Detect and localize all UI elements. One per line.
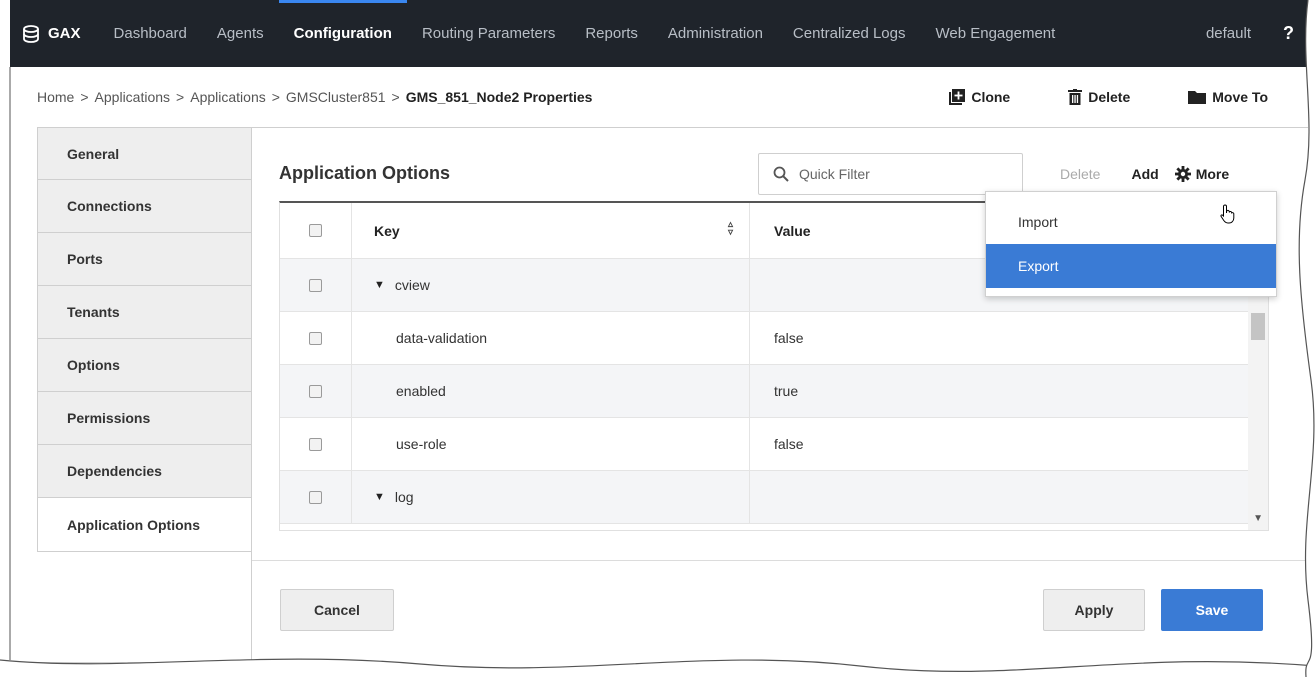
nav-centralized-logs[interactable]: Centralized Logs bbox=[778, 0, 921, 67]
more-dropdown-menu: Import Export bbox=[985, 191, 1277, 297]
page-actions: Clone Delete Move To bbox=[891, 89, 1268, 105]
expand-triangle-icon[interactable]: ▼ bbox=[374, 491, 385, 503]
footer-divider bbox=[252, 560, 1309, 561]
panel-title: Application Options bbox=[279, 163, 450, 183]
row-value: false bbox=[774, 436, 804, 452]
table-actions: Delete Add More bbox=[1060, 166, 1229, 182]
add-option-button[interactable]: Add bbox=[1131, 166, 1158, 182]
breadcrumb-cluster[interactable]: GMSCluster851 bbox=[286, 89, 386, 105]
key-column-header[interactable]: Key ▵ ▿ bbox=[352, 203, 750, 258]
tab-options[interactable]: Options bbox=[37, 339, 252, 392]
more-button[interactable]: More bbox=[1174, 166, 1230, 182]
top-nav: GAX Dashboard Agents Configuration Routi… bbox=[10, 0, 1308, 67]
move-to-button[interactable]: Move To bbox=[1188, 89, 1268, 105]
sort-icon[interactable]: ▵ ▿ bbox=[728, 220, 733, 238]
nav-dashboard[interactable]: Dashboard bbox=[99, 0, 202, 67]
tenant-selector[interactable]: default bbox=[1206, 25, 1251, 42]
row-key: log bbox=[394, 489, 414, 505]
table-row[interactable]: use-role false bbox=[280, 418, 1268, 471]
clone-icon bbox=[949, 89, 966, 105]
database-icon bbox=[23, 24, 39, 43]
breadcrumb-separator: > bbox=[391, 89, 400, 105]
folder-icon bbox=[1188, 91, 1207, 104]
delete-label: Delete bbox=[1088, 89, 1131, 105]
tab-permissions[interactable]: Permissions bbox=[37, 392, 252, 445]
menu-item-export[interactable]: Export bbox=[986, 204, 1276, 288]
apply-button[interactable]: Apply bbox=[1043, 589, 1145, 631]
table-row[interactable]: ▼ log bbox=[280, 471, 1268, 524]
breadcrumb-separator: > bbox=[176, 89, 185, 105]
clone-label: Clone bbox=[971, 89, 1011, 105]
breadcrumb-applications[interactable]: Applications bbox=[95, 89, 171, 105]
row-key: cview bbox=[394, 277, 430, 293]
scroll-down-arrow-icon[interactable]: ▼ bbox=[1253, 513, 1263, 524]
row-key: enabled bbox=[352, 365, 750, 417]
brand[interactable]: GAX bbox=[22, 24, 81, 43]
row-key: data-validation bbox=[352, 312, 750, 364]
table-row[interactable]: enabled true bbox=[280, 365, 1268, 418]
trash-icon bbox=[1068, 89, 1083, 105]
tab-ports[interactable]: Ports bbox=[37, 233, 252, 286]
save-button[interactable]: Save bbox=[1161, 589, 1263, 631]
breadcrumb-separator: > bbox=[271, 89, 280, 105]
quick-filter[interactable] bbox=[758, 153, 1023, 195]
breadcrumb-separator: > bbox=[80, 89, 89, 105]
tab-tenants[interactable]: Tenants bbox=[37, 286, 252, 339]
cancel-button[interactable]: Cancel bbox=[280, 589, 394, 631]
breadcrumb: Home > Applications > Applications > GMS… bbox=[37, 89, 592, 105]
row-value: true bbox=[774, 383, 799, 399]
search-icon bbox=[773, 166, 789, 182]
nav-agents[interactable]: Agents bbox=[202, 0, 279, 67]
help-icon[interactable]: ? bbox=[1283, 23, 1294, 44]
quick-filter-input[interactable] bbox=[799, 166, 1009, 182]
app-window: GAX Dashboard Agents Configuration Routi… bbox=[10, 0, 1309, 677]
table-row[interactable]: data-validation false bbox=[280, 312, 1268, 365]
delete-button[interactable]: Delete bbox=[1068, 89, 1130, 105]
gear-icon bbox=[1174, 166, 1191, 182]
hand-cursor-icon bbox=[1220, 204, 1235, 224]
row-key: use-role bbox=[352, 418, 750, 470]
brand-label: GAX bbox=[48, 25, 81, 42]
key-header-label: Key bbox=[374, 222, 400, 239]
row-value: false bbox=[774, 330, 804, 346]
tab-connections[interactable]: Connections bbox=[37, 180, 252, 233]
expand-triangle-icon[interactable]: ▼ bbox=[374, 279, 385, 291]
breadcrumb-home[interactable]: Home bbox=[37, 89, 74, 105]
row-checkbox[interactable] bbox=[309, 331, 322, 345]
menu-item-export-label: Export bbox=[1018, 258, 1059, 274]
breadcrumb-row: Home > Applications > Applications > GMS… bbox=[10, 67, 1308, 127]
nav-configuration[interactable]: Configuration bbox=[278, 0, 408, 67]
more-label: More bbox=[1195, 166, 1230, 182]
row-value bbox=[750, 471, 1268, 523]
nav-routing-parameters[interactable]: Routing Parameters bbox=[407, 0, 570, 67]
move-to-label: Move To bbox=[1212, 89, 1268, 105]
nav-administration[interactable]: Administration bbox=[653, 0, 778, 67]
delete-option-button[interactable]: Delete bbox=[1060, 166, 1100, 182]
row-checkbox[interactable] bbox=[309, 490, 322, 504]
breadcrumb-current: GMS_851_Node2 Properties bbox=[405, 89, 593, 105]
select-all-checkbox[interactable] bbox=[309, 224, 322, 237]
tab-application-options[interactable]: Application Options bbox=[37, 498, 252, 552]
scrollbar[interactable] bbox=[1248, 259, 1268, 530]
tab-dependencies[interactable]: Dependencies bbox=[37, 445, 252, 498]
nav-web-engagement[interactable]: Web Engagement bbox=[921, 0, 1071, 67]
breadcrumb-applications-folder[interactable]: Applications bbox=[190, 89, 266, 105]
row-checkbox[interactable] bbox=[309, 437, 322, 451]
nav-reports[interactable]: Reports bbox=[570, 0, 653, 67]
row-checkbox[interactable] bbox=[309, 384, 322, 398]
clone-button[interactable]: Clone bbox=[949, 89, 1010, 105]
scrollbar-thumb[interactable] bbox=[1251, 313, 1265, 340]
tab-general[interactable]: General bbox=[37, 127, 252, 180]
row-checkbox[interactable] bbox=[309, 278, 322, 292]
property-tabs: General Connections Ports Tenants Option… bbox=[37, 127, 252, 552]
